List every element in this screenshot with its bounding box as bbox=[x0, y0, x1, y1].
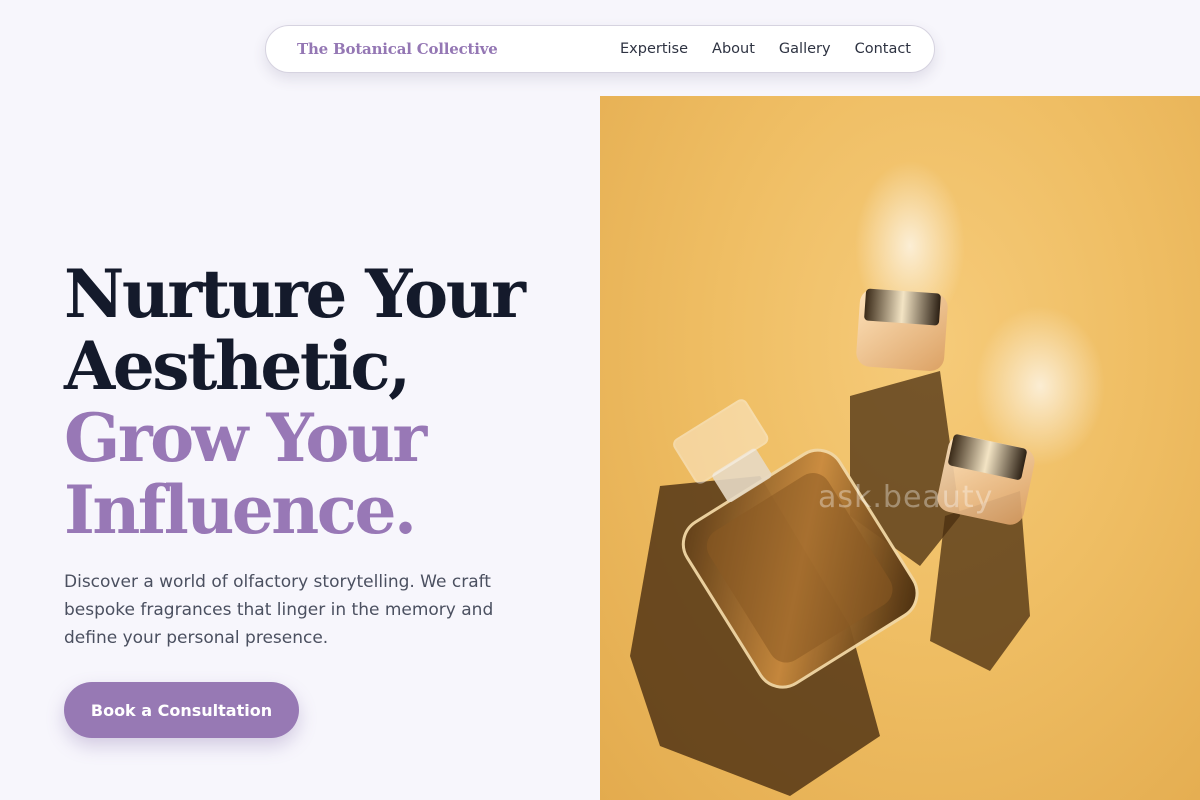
headline-line-3: Grow Your bbox=[64, 399, 427, 477]
top-navbar: The Botanical Collective Expertise About… bbox=[265, 25, 935, 73]
nav-link-expertise[interactable]: Expertise bbox=[620, 41, 688, 57]
headline-line-1: Nurture Your bbox=[64, 255, 526, 333]
hero-content: Nurture Your Aesthetic, Grow Your Influe… bbox=[64, 258, 564, 652]
nav-links: Expertise About Gallery Contact bbox=[620, 41, 911, 57]
perfume-illustration bbox=[630, 161, 1105, 796]
hero-headline: Nurture Your Aesthetic, Grow Your Influe… bbox=[64, 258, 564, 546]
nav-link-about[interactable]: About bbox=[712, 41, 755, 57]
nav-link-gallery[interactable]: Gallery bbox=[779, 41, 831, 57]
hero-description: Discover a world of olfactory storytelli… bbox=[64, 572, 494, 648]
book-consultation-button[interactable]: Book a Consultation bbox=[64, 682, 299, 738]
headline-line-2: Aesthetic, bbox=[64, 327, 411, 405]
hero-image: ask.beauty bbox=[600, 96, 1200, 800]
nav-link-contact[interactable]: Contact bbox=[855, 41, 911, 57]
headline-line-4: Influence. bbox=[64, 471, 417, 549]
image-watermark: ask.beauty bbox=[818, 480, 994, 515]
brand-logo[interactable]: The Botanical Collective bbox=[297, 40, 498, 58]
